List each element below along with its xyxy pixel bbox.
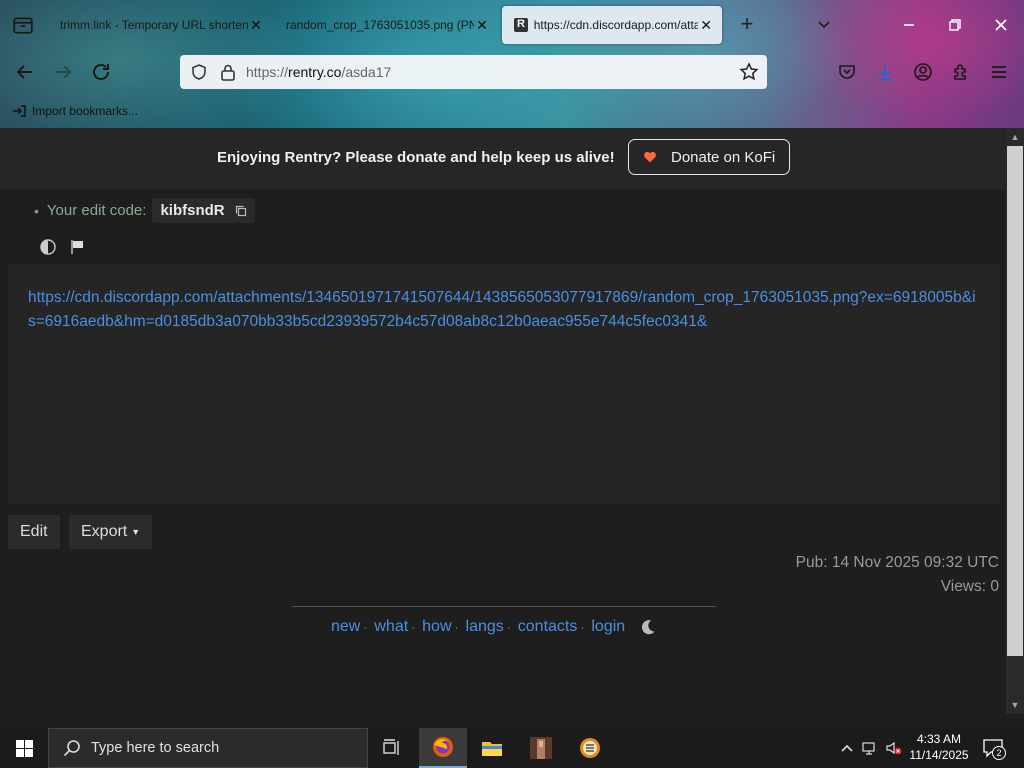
taskbar-search[interactable]: Type here to search <box>48 728 368 768</box>
new-tab-icon[interactable]: + <box>736 13 758 36</box>
separator: · <box>580 620 585 634</box>
bookmark-star-icon[interactable] <box>739 62 759 82</box>
notification-badge: 2 <box>992 746 1006 760</box>
shield-icon[interactable] <box>190 63 208 81</box>
caret-down-icon: ▼ <box>131 527 141 537</box>
page-scrollbar[interactable]: ▲ ▼ <box>1006 128 1024 714</box>
separator: · <box>454 620 459 634</box>
edit-button[interactable]: Edit <box>8 515 60 549</box>
page-content: Enjoying Rentry? Please donate and help … <box>0 128 1006 714</box>
forward-arrow-icon[interactable] <box>51 60 75 84</box>
scroll-up-icon[interactable]: ▲ <box>1010 132 1020 142</box>
donate-button-label: Donate on KoFi <box>671 148 776 166</box>
windows-logo-icon <box>15 739 33 757</box>
separator: · <box>411 620 416 634</box>
close-window-icon[interactable] <box>990 14 1012 36</box>
account-icon[interactable] <box>913 62 933 82</box>
separator: · <box>363 620 368 634</box>
footer-link-login[interactable]: login <box>591 618 625 636</box>
footer-link-contacts[interactable]: contacts <box>518 618 578 636</box>
browser-chrome: trimm.link - Temporary URL shortene ✕ ra… <box>0 0 1024 128</box>
published-date: Pub: 14 Nov 2025 09:32 UTC <box>795 554 999 571</box>
export-button[interactable]: Export ▼ <box>69 515 153 549</box>
tab-bar: trimm.link - Temporary URL shortene ✕ ra… <box>0 0 1024 50</box>
donate-banner: Enjoying Rentry? Please donate and help … <box>0 128 1006 190</box>
heart-icon <box>644 151 656 163</box>
footer-link-what[interactable]: what <box>374 618 408 636</box>
start-button[interactable] <box>0 728 48 768</box>
views-count: Views: 0 <box>940 578 999 595</box>
pocket-icon[interactable] <box>837 62 857 82</box>
clock-date: 11/14/2025 <box>909 748 969 762</box>
contrast-toggle-icon[interactable] <box>40 239 56 255</box>
scroll-down-icon[interactable]: ▼ <box>1010 700 1020 710</box>
file-explorer-taskbar-icon[interactable] <box>468 728 516 768</box>
edit-code-box[interactable]: kibfsndR <box>152 198 255 223</box>
edit-button-label: Edit <box>20 523 48 540</box>
tab-list-icon[interactable] <box>12 14 34 36</box>
url-scheme: https:// <box>246 64 289 80</box>
back-arrow-icon[interactable] <box>13 60 37 84</box>
edit-code-row: • Your edit code: kibfsndR <box>34 198 255 223</box>
url-bar[interactable]: https://rentry.co/asda17 <box>180 55 767 89</box>
url-host: rentry.co <box>288 64 342 80</box>
import-bookmarks[interactable]: Import bookmarks... <box>12 104 138 118</box>
reload-icon[interactable] <box>89 60 113 84</box>
footer-link-new[interactable]: new <box>331 618 360 636</box>
donate-kofi-button[interactable]: Donate on KoFi <box>628 139 790 175</box>
tab-close-icon[interactable]: ✕ <box>248 17 264 33</box>
tab-label: https://cdn.discordapp.com/atta <box>533 18 699 32</box>
search-placeholder: Type here to search <box>91 740 220 756</box>
import-icon <box>13 105 26 117</box>
tab-discord-cdn[interactable]: https://cdn.discordapp.com/atta ✕ <box>502 6 722 44</box>
app-thumbnail-taskbar-icon[interactable] <box>517 728 565 768</box>
export-button-label: Export <box>81 523 128 540</box>
edit-code-value: kibfsndR <box>160 202 225 219</box>
footer-links: new · what · how · langs · contacts · login <box>331 618 657 636</box>
footer-divider <box>292 606 716 607</box>
import-bookmarks-label: Import bookmarks... <box>32 104 139 118</box>
lock-icon[interactable] <box>220 63 236 81</box>
tab-label: trimm.link - Temporary URL shortene <box>60 18 248 32</box>
chevron-up-icon[interactable] <box>839 740 855 756</box>
download-icon[interactable] <box>875 62 895 82</box>
tab-trimm[interactable]: trimm.link - Temporary URL shortene ✕ <box>48 6 272 44</box>
search-icon <box>63 740 80 757</box>
donate-text: Enjoying Rentry? Please donate and help … <box>217 149 615 166</box>
scrollbar-thumb[interactable] <box>1007 146 1023 656</box>
copy-icon[interactable] <box>235 205 247 217</box>
windows-taskbar: Type here to search 4:33 AM 11/14/2025 2 <box>0 728 1024 768</box>
volume-muted-icon[interactable] <box>886 740 902 756</box>
clock-time: 4:33 AM <box>916 732 962 746</box>
game-taskbar-icon[interactable] <box>566 728 614 768</box>
moon-icon[interactable] <box>639 618 657 636</box>
chevron-down-icon[interactable] <box>816 16 832 32</box>
entry-content: https://cdn.discordapp.com/attachments/1… <box>8 264 1000 504</box>
hamburger-menu-icon[interactable] <box>989 62 1009 82</box>
notification-center-icon[interactable]: 2 <box>982 738 1006 760</box>
tab-close-icon[interactable]: ✕ <box>474 17 490 33</box>
firefox-taskbar-icon[interactable] <box>419 728 467 768</box>
rentry-favicon-icon <box>514 18 528 32</box>
nav-bar: https://rentry.co/asda17 <box>0 50 1024 94</box>
minimize-icon[interactable] <box>898 14 920 36</box>
flag-icon[interactable] <box>70 239 86 255</box>
url-text[interactable]: https://rentry.co/asda17 <box>246 64 391 80</box>
edit-code-label: Your edit code: <box>46 202 147 219</box>
content-link[interactable]: https://cdn.discordapp.com/attachments/1… <box>28 286 978 334</box>
tab-label: random_crop_1763051035.png (PNG <box>286 18 474 32</box>
tab-random-crop[interactable]: random_crop_1763051035.png (PNG ✕ <box>274 6 498 44</box>
footer-link-langs[interactable]: langs <box>466 618 504 636</box>
footer-link-how[interactable]: how <box>422 618 451 636</box>
restore-icon[interactable] <box>944 14 966 36</box>
tab-close-icon[interactable]: ✕ <box>698 17 714 33</box>
network-icon[interactable] <box>862 740 878 756</box>
bookmarks-toolbar: Import bookmarks... <box>0 96 1024 128</box>
system-clock[interactable]: 4:33 AM 11/14/2025 <box>906 731 972 763</box>
url-path: /asda17 <box>341 64 392 80</box>
separator: · <box>506 620 511 634</box>
extensions-icon[interactable] <box>951 62 971 82</box>
bullet: • <box>34 202 39 219</box>
task-view-icon[interactable] <box>368 728 416 768</box>
